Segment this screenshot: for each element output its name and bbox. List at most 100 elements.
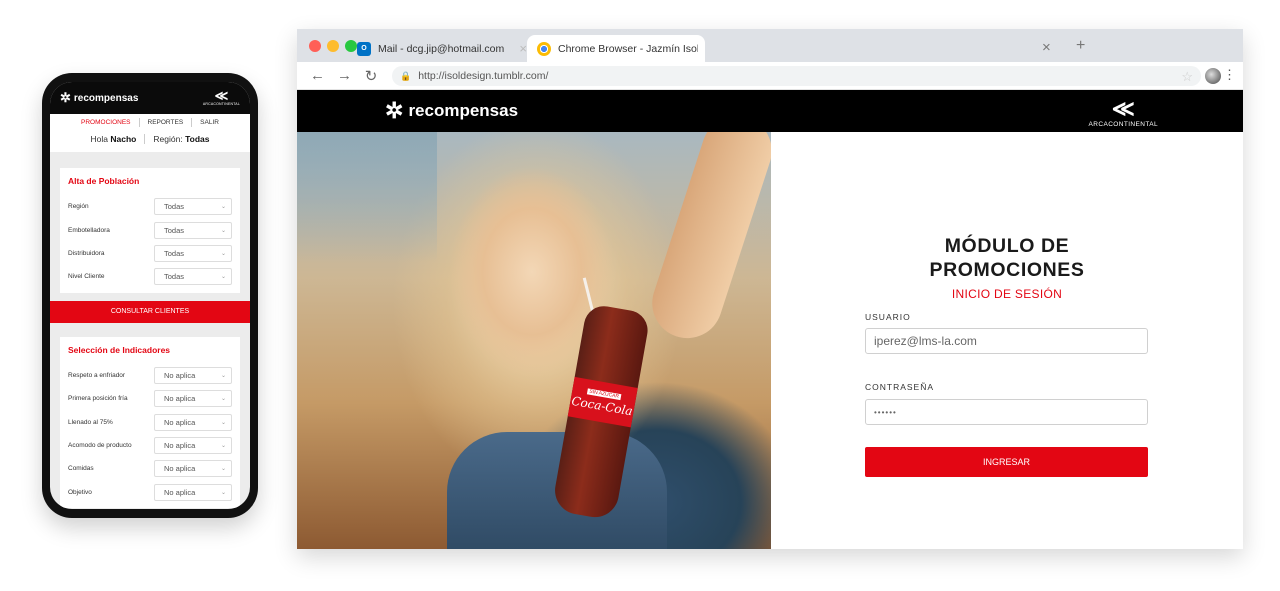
- chevron-down-icon: ⌄: [220, 227, 226, 234]
- filter-label: Embotelladora: [68, 226, 110, 234]
- indicator-row: Primera posición fría No aplica ⌄: [68, 387, 232, 410]
- mobile-brand-logo[interactable]: ✲ recompensas: [60, 90, 138, 106]
- indicator-select[interactable]: No aplica ⌄: [154, 460, 232, 478]
- tab-title: Chrome Browser - Jazmín Isol Prado: [558, 42, 698, 55]
- nav-promociones[interactable]: PROMOCIONES: [73, 118, 138, 127]
- indicator-row: Objetivo No aplica ⌄: [68, 481, 232, 504]
- greeting: Hola Nacho: [83, 134, 145, 144]
- indicator-select[interactable]: No aplica ⌄: [154, 413, 232, 431]
- indicator-row: Respeto a enfriador No aplica ⌄: [68, 364, 232, 387]
- filter-row: Embotelladora Todas ⌄: [68, 218, 232, 241]
- distribuidora-select[interactable]: Todas ⌄: [154, 244, 232, 262]
- filter-label: Región: [68, 203, 89, 211]
- filter-row: Región Todas ⌄: [68, 195, 232, 218]
- close-tab-icon[interactable]: ×: [1042, 39, 1051, 56]
- indicator-label: Comidas: [68, 465, 94, 473]
- profile-avatar[interactable]: [1205, 68, 1221, 84]
- chevron-down-icon: ⌄: [220, 250, 226, 257]
- chevron-down-icon: ⌄: [220, 466, 226, 473]
- site-company-logo-text: ARCACONTINENTAL: [1088, 120, 1158, 128]
- hero-photo: SIN AZÚCAR Coca-Cola: [297, 132, 771, 549]
- minimize-window-button[interactable]: [327, 40, 339, 52]
- bookmark-star-icon[interactable]: ☆: [1181, 69, 1193, 85]
- new-tab-icon[interactable]: +: [1076, 37, 1085, 55]
- forward-arrow-icon[interactable]: →: [337, 67, 352, 84]
- bottle-brand: Coca-Cola: [570, 393, 634, 419]
- close-tab-icon[interactable]: ×: [519, 41, 527, 56]
- mobile-nav: PROMOCIONES REPORTES SALIR Hola Nacho Re…: [50, 114, 250, 152]
- login-subtitle: INICIO DE SESIÓN: [951, 287, 1063, 301]
- url-text: http://isoldesign.tumblr.com/: [418, 70, 549, 82]
- photo-arm: [643, 132, 771, 348]
- nav-salir[interactable]: SALIR: [191, 118, 227, 127]
- select-value: No aplica: [164, 464, 196, 474]
- population-card-title: Alta de Población: [68, 176, 140, 186]
- browser-window: O Mail - dcg.jip@hotmail.com × Chrome Br…: [297, 29, 1243, 549]
- site-brand-logo[interactable]: ✲ recompensas: [385, 98, 518, 124]
- greeting-text: Hola: [90, 134, 109, 144]
- password-field[interactable]: ••••••: [865, 399, 1148, 425]
- filter-row: Distribuidora Todas ⌄: [68, 242, 232, 265]
- phone-screen: ✲ recompensas ≪ ARCACONTINENTAL PROMOCIO…: [50, 82, 250, 509]
- indicator-label: Respeto a enfriador: [68, 371, 126, 379]
- region-value: Todas: [185, 134, 210, 144]
- tab-bar: O Mail - dcg.jip@hotmail.com × Chrome Br…: [297, 29, 1243, 62]
- filter-row: Nivel Cliente Todas ⌄: [68, 265, 232, 288]
- embotelladora-select[interactable]: Todas ⌄: [154, 221, 232, 239]
- username-label: USUARIO: [865, 312, 911, 322]
- browser-toolbar: ← → ↻ 🔒 http://isoldesign.tumblr.com/ ☆ …: [297, 62, 1243, 90]
- region-label: Región:: [153, 134, 183, 144]
- select-value: No aplica: [164, 417, 196, 427]
- nivel-cliente-select[interactable]: Todas ⌄: [154, 268, 232, 286]
- photo-sky: [297, 132, 437, 262]
- reload-icon[interactable]: ↻: [364, 67, 378, 85]
- region-select[interactable]: Todas ⌄: [154, 198, 232, 216]
- indicator-label: Llenado al 75%: [68, 418, 113, 426]
- tab-chrome-active[interactable]: Chrome Browser - Jazmín Isol Prado: [527, 35, 705, 62]
- select-value: Todas: [164, 248, 185, 258]
- close-window-button[interactable]: [309, 40, 321, 52]
- select-value: Todas: [164, 272, 185, 282]
- tab-mail[interactable]: O Mail - dcg.jip@hotmail.com ×: [357, 35, 527, 62]
- consultar-clientes-button[interactable]: CONSULTAR CLIENTES: [50, 300, 250, 323]
- window-controls: [309, 40, 357, 52]
- indicators-card: Selección de Indicadores Respeto a enfri…: [60, 336, 240, 508]
- indicator-row: Llenado al 75% No aplica ⌄: [68, 410, 232, 433]
- site-company-logo: ≪ ARCACONTINENTAL: [1088, 95, 1158, 128]
- chevron-down-icon: ⌄: [220, 419, 226, 426]
- select-value: No aplica: [164, 370, 196, 380]
- indicator-label: Acomodo de producto: [68, 441, 132, 449]
- ingresar-button[interactable]: INGRESAR: [865, 447, 1148, 477]
- indicator-select[interactable]: No aplica ⌄: [154, 390, 232, 408]
- mobile-company-logo-text: ARCACONTINENTAL: [202, 102, 240, 106]
- select-value: Todas: [164, 225, 185, 235]
- menu-dots-icon[interactable]: ⋮: [1223, 67, 1236, 83]
- user-name: Nacho: [110, 134, 137, 144]
- chevron-down-icon: ⌄: [220, 396, 226, 403]
- arca-logo-icon: ≪: [1111, 95, 1135, 121]
- arca-logo-icon: ≪: [214, 88, 229, 103]
- username-value: iperez@lms-la.com: [874, 334, 977, 348]
- outlook-icon: O: [357, 41, 371, 56]
- indicator-select[interactable]: No aplica ⌄: [154, 436, 232, 454]
- phone-mockup: ✲ recompensas ≪ ARCACONTINENTAL PROMOCIO…: [42, 73, 258, 518]
- address-bar[interactable]: 🔒 http://isoldesign.tumblr.com/ ☆: [392, 66, 1201, 86]
- back-arrow-icon[interactable]: ←: [310, 67, 325, 84]
- zoom-window-button[interactable]: [345, 40, 357, 52]
- indicators-card-title: Selección de Indicadores: [68, 344, 171, 355]
- indicator-select[interactable]: No aplica ⌄: [154, 366, 232, 384]
- password-label: CONTRASEÑA: [865, 382, 935, 392]
- mobile-brand-text: recompensas: [73, 92, 139, 104]
- login-panel: MÓDULO DE PROMOCIONES INICIO DE SESIÓN U…: [771, 132, 1243, 549]
- lock-icon: 🔒: [400, 70, 412, 81]
- login-page-content: SIN AZÚCAR Coca-Cola MÓDULO DE PROMOCION…: [297, 132, 1243, 549]
- bottle-label: SIN AZÚCAR Coca-Cola: [567, 376, 638, 428]
- chevron-down-icon: ⌄: [220, 204, 226, 211]
- nav-reportes[interactable]: REPORTES: [138, 118, 192, 127]
- username-field[interactable]: iperez@lms-la.com: [865, 328, 1148, 354]
- page-title: MÓDULO DE PROMOCIONES: [771, 234, 1243, 282]
- population-card: Alta de Población Región Todas ⌄ Embotell…: [60, 168, 240, 293]
- indicator-select[interactable]: No aplica ⌄: [154, 483, 232, 501]
- sparkle-icon: ✲: [60, 90, 71, 105]
- title-line-1: MÓDULO DE: [944, 235, 1070, 257]
